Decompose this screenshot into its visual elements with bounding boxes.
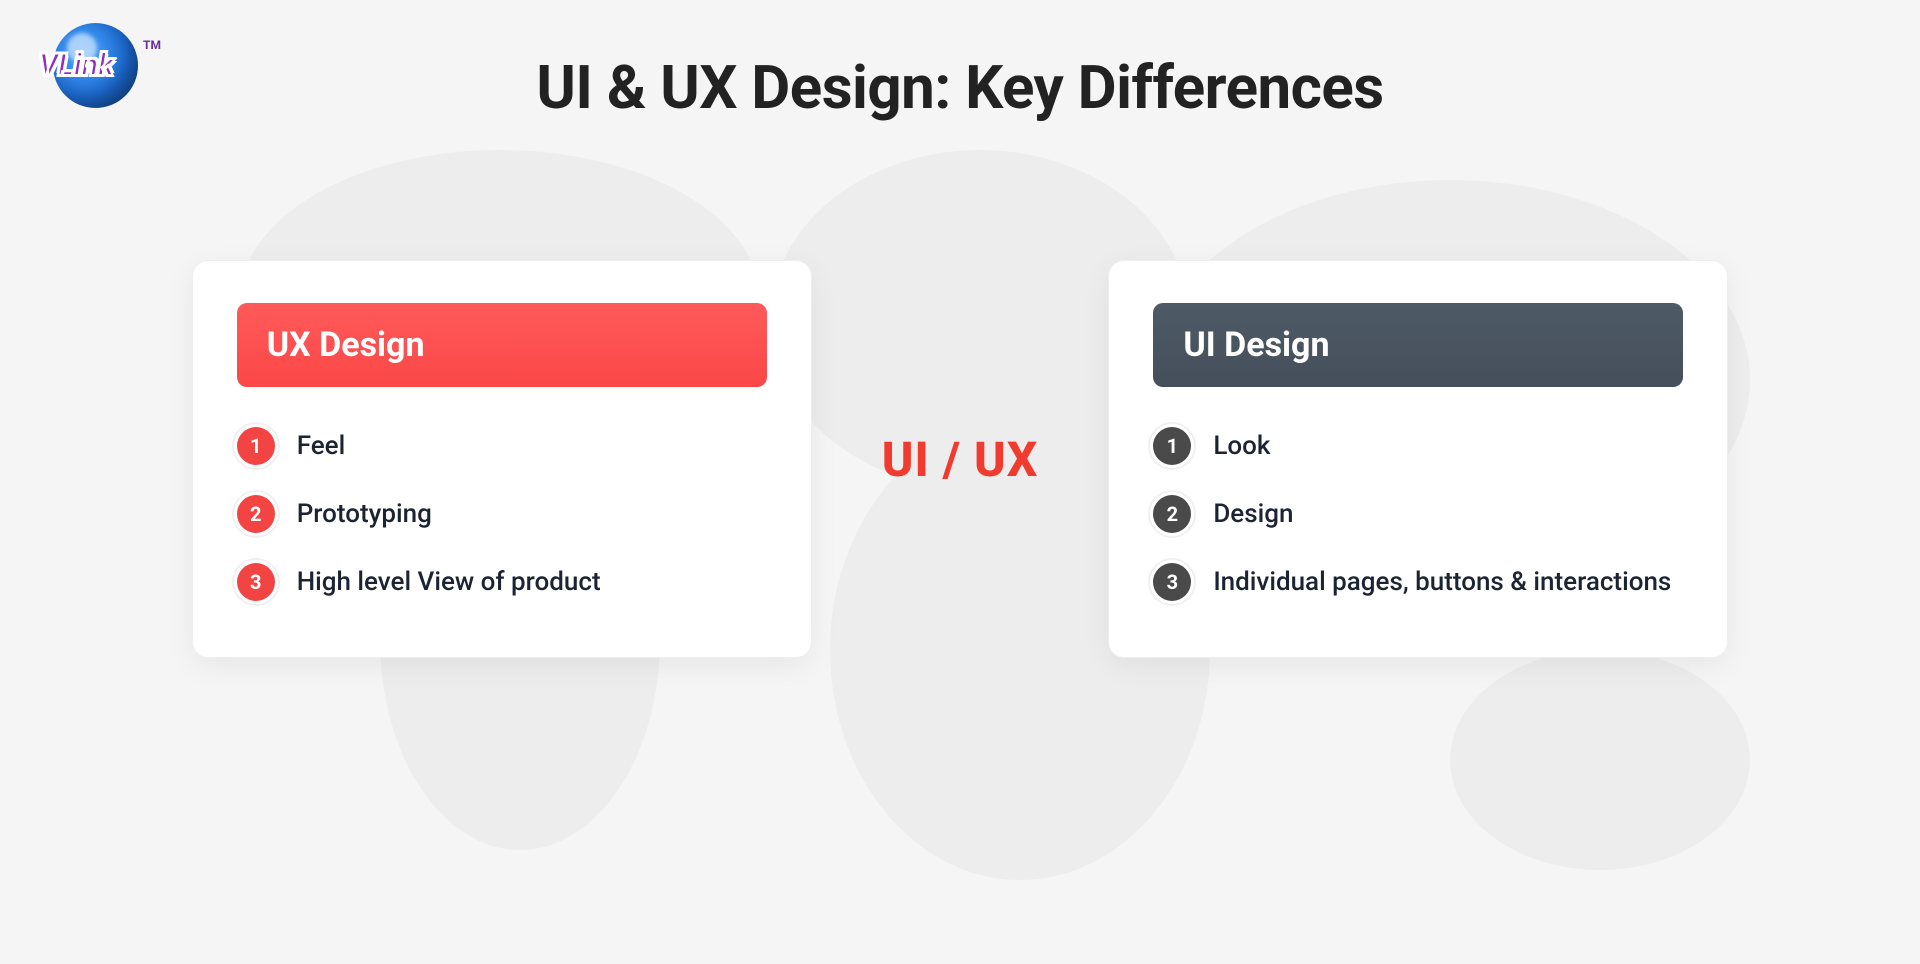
ui-item-number: 1 [1153, 427, 1191, 465]
comparison-row: UX Design 1 Feel 2 Prototyping 3 High le… [0, 260, 1920, 658]
ux-item-number: 3 [237, 563, 275, 601]
ux-card: UX Design 1 Feel 2 Prototyping 3 High le… [192, 260, 812, 658]
ux-item-number: 1 [237, 427, 275, 465]
ux-item-number: 2 [237, 495, 275, 533]
ux-item-text: Prototyping [297, 499, 432, 529]
ux-item: 3 High level View of product [237, 563, 767, 601]
ux-card-header: UX Design [237, 303, 767, 387]
ui-items: 1 Look 2 Design 3 Individual pages, butt… [1153, 427, 1683, 601]
ux-items: 1 Feel 2 Prototyping 3 High level View o… [237, 427, 767, 601]
ui-item: 1 Look [1153, 427, 1683, 465]
trademark-symbol: TM [143, 38, 161, 52]
ui-item-number: 2 [1153, 495, 1191, 533]
center-label: UI / UX [882, 431, 1039, 488]
ui-item-text: Individual pages, buttons & interactions [1213, 567, 1671, 597]
ui-item: 2 Design [1153, 495, 1683, 533]
ux-item: 2 Prototyping [237, 495, 767, 533]
ui-card-header: UI Design [1153, 303, 1683, 387]
ux-item: 1 Feel [237, 427, 767, 465]
ui-item-text: Look [1213, 431, 1270, 461]
ux-item-text: Feel [297, 431, 346, 461]
ux-item-text: High level View of product [297, 567, 601, 597]
ui-item: 3 Individual pages, buttons & interactio… [1153, 563, 1683, 601]
ui-item-text: Design [1213, 499, 1293, 529]
page-title: UI & UX Design: Key Differences [0, 52, 1920, 123]
ui-item-number: 3 [1153, 563, 1191, 601]
ui-card: UI Design 1 Look 2 Design 3 Individual p… [1108, 260, 1728, 658]
